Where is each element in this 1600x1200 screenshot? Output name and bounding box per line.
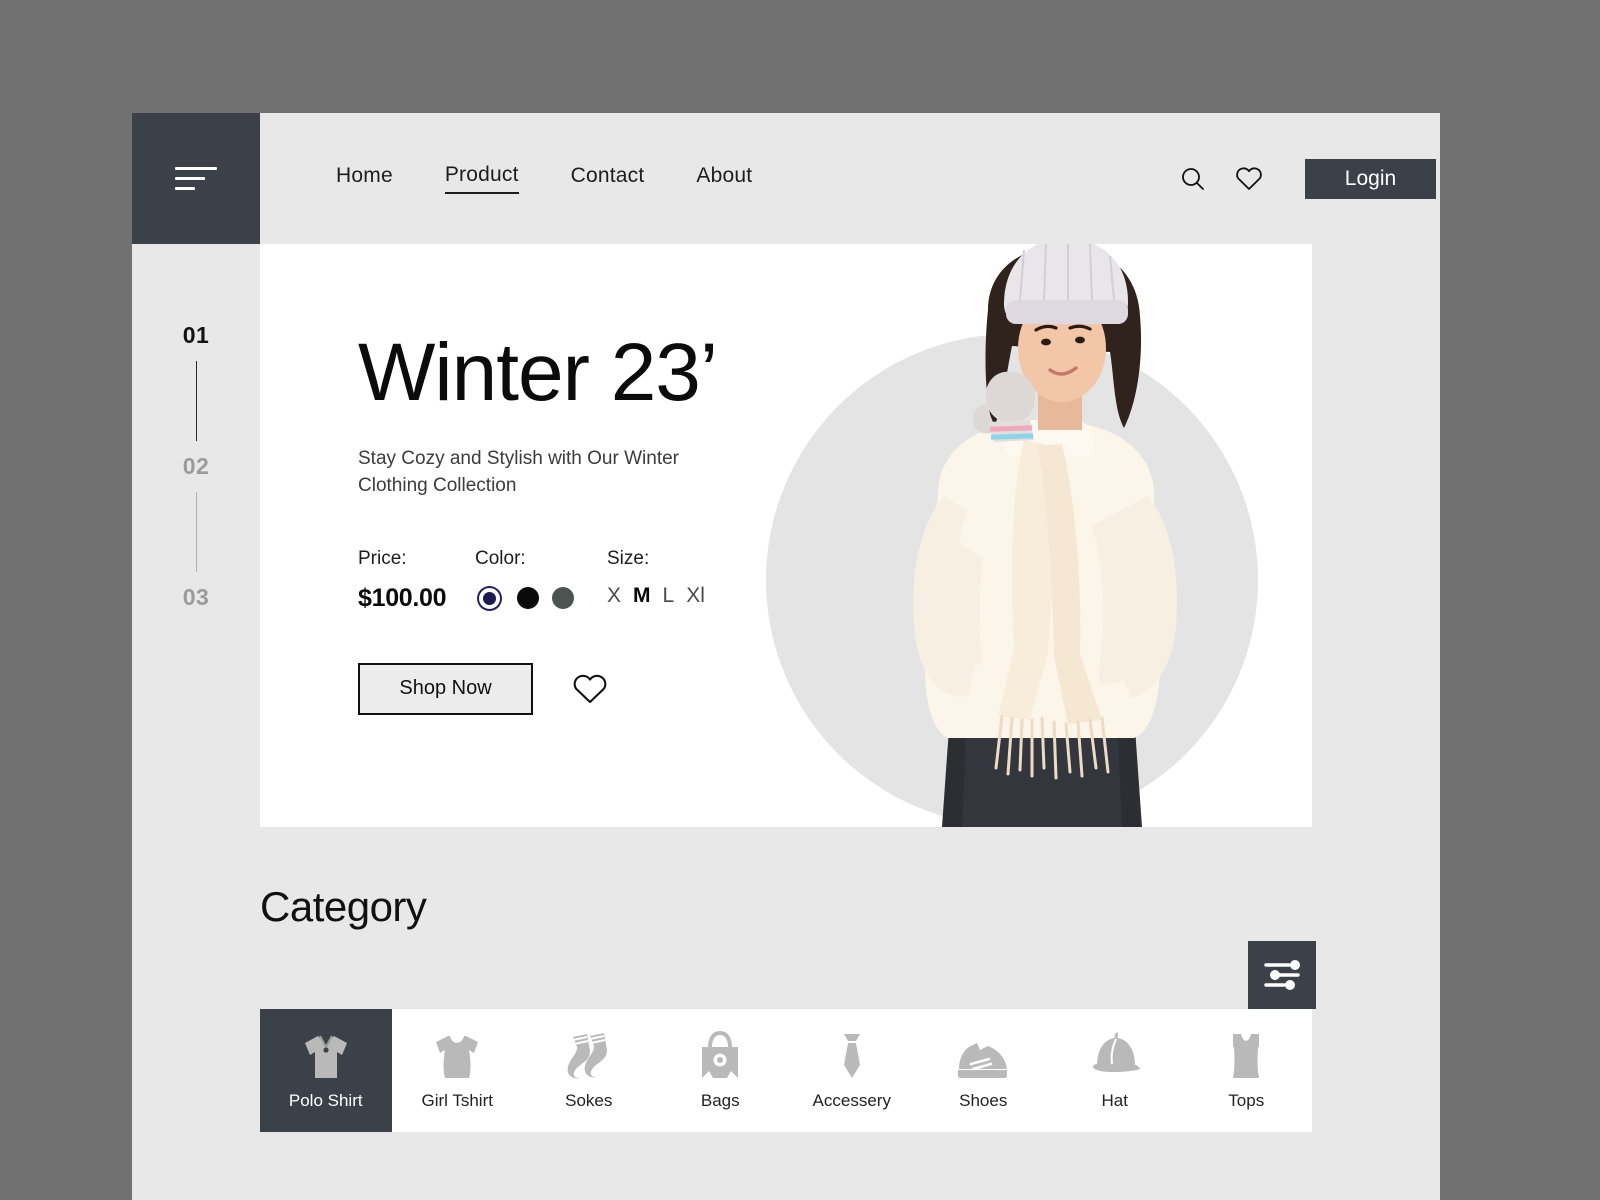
size-option-x[interactable]: X bbox=[607, 584, 621, 608]
pagination-item-01[interactable]: 01 bbox=[183, 322, 210, 349]
hero-actions: Shop Now bbox=[358, 662, 828, 715]
size-group: Size: X M L Xl bbox=[607, 548, 705, 608]
hamburger-icon bbox=[175, 167, 217, 190]
add-to-favorites-button[interactable] bbox=[567, 666, 613, 712]
price-label: Price: bbox=[358, 547, 407, 569]
category-label: Sokes bbox=[565, 1090, 613, 1110]
heart-icon bbox=[573, 674, 607, 703]
search-icon bbox=[1182, 167, 1204, 190]
hero-content: Winter 23’ Stay Cozy and Stylish with Ou… bbox=[358, 332, 828, 715]
wishlist-button[interactable] bbox=[1221, 151, 1277, 207]
pagination-item-03[interactable]: 03 bbox=[183, 584, 210, 611]
filter-button[interactable] bbox=[1248, 941, 1316, 1009]
slide-pagination: 01 02 03 bbox=[132, 244, 260, 944]
hero-card: Winter 23’ Stay Cozy and Stylish with Ou… bbox=[260, 244, 1312, 827]
category-item-girl-tshirt[interactable]: Girl Tshirt bbox=[392, 1009, 524, 1132]
category-item-tops[interactable]: Tops bbox=[1181, 1009, 1313, 1132]
socks-icon bbox=[563, 1031, 615, 1081]
shop-now-button[interactable]: Shop Now bbox=[358, 662, 533, 715]
size-option-l[interactable]: L bbox=[663, 584, 675, 608]
hero-subtitle: Stay Cozy and Stylish with Our Winter Cl… bbox=[358, 448, 679, 496]
color-label: Color: bbox=[475, 547, 526, 569]
category-item-polo-shirt[interactable]: Polo Shirt bbox=[260, 1009, 392, 1132]
login-button[interactable]: Login bbox=[1305, 158, 1436, 199]
tie-icon bbox=[826, 1031, 878, 1081]
category-label: Hat bbox=[1101, 1090, 1128, 1110]
nav-item-contact[interactable]: Contact bbox=[571, 164, 645, 193]
color-swatch-black[interactable] bbox=[517, 587, 539, 610]
hero-image bbox=[762, 244, 1312, 827]
search-button[interactable] bbox=[1165, 151, 1221, 207]
nav-item-home[interactable]: Home bbox=[336, 164, 393, 193]
heart-icon bbox=[1236, 167, 1262, 190]
category-item-bags[interactable]: Bags bbox=[655, 1009, 787, 1132]
size-label: Size: bbox=[607, 547, 650, 569]
screen: Home Product Contact About Login 01 02 0… bbox=[0, 0, 1600, 1200]
pagination-item-02[interactable]: 02 bbox=[183, 453, 210, 480]
hero-title: Winter 23’ bbox=[358, 327, 718, 418]
nav-item-about[interactable]: About bbox=[696, 164, 752, 193]
category-label: Tops bbox=[1228, 1090, 1265, 1110]
color-swatch-navy[interactable] bbox=[479, 587, 500, 609]
size-option-xl[interactable]: Xl bbox=[686, 584, 705, 608]
header-bar: Home Product Contact About Login bbox=[260, 113, 1440, 244]
category-label: Girl Tshirt bbox=[421, 1090, 493, 1110]
category-label: Accessery bbox=[812, 1090, 891, 1110]
size-option-m[interactable]: M bbox=[633, 584, 651, 608]
category-label: Polo Shirt bbox=[288, 1090, 363, 1110]
category-item-hat[interactable]: Hat bbox=[1049, 1009, 1181, 1132]
menu-button[interactable] bbox=[132, 113, 260, 244]
category-strip: Polo Shirt Girl Tshirt Sokes Bags Access… bbox=[260, 1009, 1312, 1132]
category-item-accessery[interactable]: Accessery bbox=[786, 1009, 918, 1132]
bag-icon bbox=[694, 1030, 746, 1081]
tank-top-icon bbox=[1220, 1031, 1272, 1081]
pagination-connector-1 bbox=[195, 361, 197, 441]
category-label: Bags bbox=[700, 1090, 740, 1110]
girl-tshirt-icon bbox=[431, 1031, 483, 1081]
cap-icon bbox=[1087, 1031, 1143, 1081]
main-nav: Home Product Contact About bbox=[336, 163, 752, 194]
page-frame: Home Product Contact About Login 01 02 0… bbox=[132, 113, 1440, 1200]
price-value: $100.00 bbox=[358, 583, 447, 612]
model-illustration bbox=[913, 244, 1177, 827]
nav-item-product[interactable]: Product bbox=[444, 163, 519, 194]
color-group: Color: bbox=[475, 548, 607, 613]
shoe-icon bbox=[955, 1031, 1011, 1081]
site-header: Home Product Contact About Login bbox=[132, 113, 1440, 244]
sliders-icon bbox=[1264, 960, 1300, 990]
polo-shirt-icon bbox=[300, 1031, 352, 1081]
color-swatch-charcoal[interactable] bbox=[552, 587, 574, 610]
category-title: Category bbox=[260, 883, 427, 930]
price-group: Price: $100.00 bbox=[358, 548, 475, 613]
category-item-shoes[interactable]: Shoes bbox=[918, 1009, 1050, 1132]
category-label: Shoes bbox=[959, 1090, 1008, 1110]
pagination-connector-2 bbox=[195, 492, 197, 572]
color-swatches bbox=[475, 584, 607, 613]
header-actions: Login bbox=[1165, 113, 1436, 244]
size-options: X M L Xl bbox=[607, 584, 705, 608]
product-specs: Price: $100.00 Color: Size: X M L Xl bbox=[358, 548, 828, 613]
category-item-sokes[interactable]: Sokes bbox=[523, 1009, 655, 1132]
